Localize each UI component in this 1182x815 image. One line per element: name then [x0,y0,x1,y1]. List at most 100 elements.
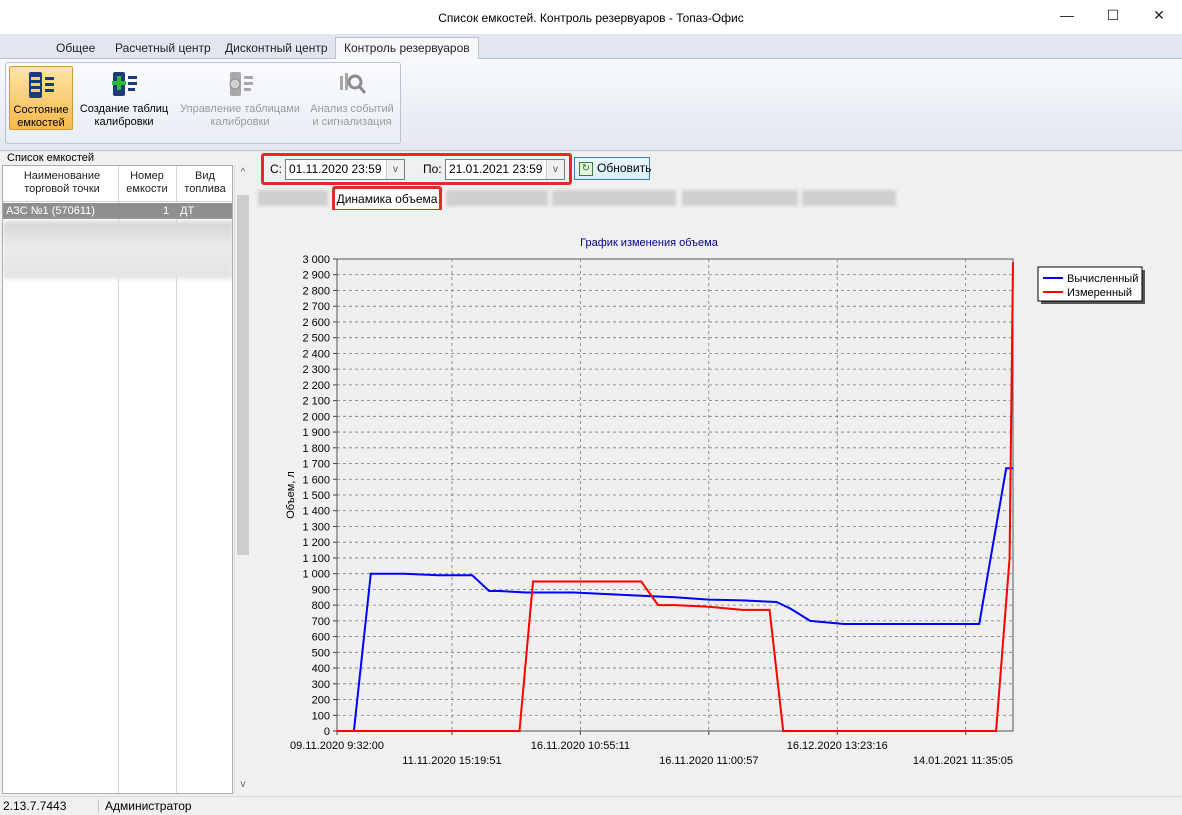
y-tick-label: 2 900 [302,270,330,282]
y-tick-label: 1 800 [302,443,330,455]
tank-list-grid: Наименование торговой точки Номер емкост… [2,165,233,794]
refresh-label: Обновить [597,161,652,175]
tank-state-button[interactable]: Состояние емкостей [9,66,73,130]
x-tick-label: 16.11.2020 11:00:57 [659,755,758,767]
y-tick-label: 1 100 [302,553,330,565]
x-tick-label: 09.11.2020 9:32:00 [290,740,384,752]
header-tank-number-line1: Номер [130,170,164,182]
header-station-name[interactable]: Наименование торговой точки [7,170,117,196]
volume-chart: 0 100 200 300 400 500 600 700 800 900 1 000 1 100 1 … [285,237,1145,767]
y-tick-label: 1 000 [302,569,330,581]
y-tick-label: 2 700 [302,301,330,313]
tab-blurred[interactable] [552,190,676,206]
manage-calibration-button[interactable]: Управление таблицами калибровки [176,66,304,130]
header-tank-number[interactable]: Номер емкости [119,170,175,196]
tab-blurred[interactable] [802,190,896,206]
y-tick-label: 2 300 [302,364,330,376]
status-bar: 2.13.7.7443 Администратор [0,796,1182,815]
event-analysis-label-2: и сигнализация [312,116,392,128]
y-tick-label: 300 [312,679,330,691]
refresh-icon: ↻ [579,162,593,176]
y-tick-label: 2 500 [302,333,330,345]
event-analysis-label-1: Анализ событий [310,103,394,115]
table-row-selected[interactable]: АЗС №1 (570611) 1 ДТ [3,203,232,219]
window-title: Список емкостей. Контроль резервуаров - … [438,11,744,25]
y-tick-label: 500 [312,647,330,659]
to-dropdown-icon[interactable]: v [546,160,564,179]
ribbon-tab-strip: Общее Расчетный центр Дисконтный центр К… [0,34,1182,60]
y-tick-label: 0 [324,726,330,738]
cell-station-name: АЗС №1 (570611) [6,205,95,217]
y-tick-label: 2 200 [302,380,330,392]
y-tick-label: 2 100 [302,396,330,408]
date-filter-toolbar: С: 01.11.2020 23:59 v По: 21.01.2021 23:… [256,151,1182,186]
y-tick-label: 1 500 [302,490,330,502]
x-tick-label: 16.12.2020 13:23:16 [787,740,888,752]
create-calibration-label-2: калибровки [94,116,154,128]
tank-list-title: Список емкостей [7,152,95,164]
maximize-button[interactable]: ☐ [1090,0,1136,30]
tank-list-scrollbar[interactable]: ^ v [234,165,250,794]
header-tank-number-line2: емкости [126,183,168,195]
tab-billing-center[interactable]: Расчетный центр [107,38,219,59]
minimize-button[interactable]: — [1044,0,1090,30]
tab-general[interactable]: Общее [48,38,103,59]
x-tick-label: 11.11.2020 15:19:51 [402,755,501,767]
content-tab-strip: Динамика объема [256,186,1182,212]
y-tick-label: 2 000 [302,411,330,423]
y-tick-label: 1 200 [302,537,330,549]
status-separator [98,799,99,813]
create-calibration-button[interactable]: Создание таблиц калибровки [75,66,173,130]
tank-state-label-1: Состояние [13,104,69,116]
header-fuel-type-line2: топлива [184,183,226,195]
scroll-up-icon[interactable]: ^ [235,165,251,181]
y-tick-label: 700 [312,616,330,628]
manage-calibration-label-1: Управление таблицами [180,103,300,115]
tab-tank-control[interactable]: Контроль резервуаров [335,37,479,60]
cell-tank-number: 1 [163,205,170,217]
version-label: 2.13.7.7443 [3,799,67,813]
y-tick-label: 2 800 [302,285,330,297]
scroll-down-icon[interactable]: v [235,777,251,793]
y-tick-label: 2 600 [302,317,330,329]
to-date-picker[interactable]: 21.01.2021 23:59 v [445,159,565,180]
tab-blurred[interactable] [258,190,328,206]
refresh-button[interactable]: ↻ Обновить [574,157,652,180]
chart-title: График изменения объема [580,237,719,249]
tab-discount-center[interactable]: Дисконтный центр [217,38,336,59]
tank-state-label-2: емкостей [17,117,65,129]
title-bar: Список емкостей. Контроль резервуаров - … [0,0,1182,34]
y-tick-label: 2 400 [302,348,330,360]
y-tick-label: 800 [312,600,330,612]
y-tick-label: 900 [312,584,330,596]
event-analysis-icon [340,73,367,94]
y-tick-label: 1 900 [302,427,330,439]
y-tick-label: 3 000 [302,254,330,266]
event-analysis-button[interactable]: Анализ событий и сигнализация [306,66,398,130]
to-date-value: 21.01.2021 23:59 [449,162,543,176]
y-tick-label: 400 [312,663,330,675]
y-tick-label: 600 [312,632,330,644]
header-station-name-line2: торговой точки [24,183,100,195]
create-calibration-icon [112,72,137,96]
tank-list-panel: Список емкостей Наименование торговой то… [0,151,252,794]
ribbon-group-tanks: Состояние емкостей Создание таблиц калиб… [5,62,401,144]
from-dropdown-icon[interactable]: v [386,160,404,179]
y-tick-label: 1 400 [302,506,330,518]
tab-blurred[interactable] [682,190,798,206]
manage-calibration-icon [229,72,253,96]
y-tick-label: 200 [312,695,330,707]
y-tick-label: 100 [312,710,330,722]
tab-volume-dynamics[interactable]: Динамика объема [332,186,442,212]
cell-fuel-type: ДТ [180,205,195,217]
scroll-thumb[interactable] [237,195,249,555]
tab-blurred[interactable] [446,190,548,206]
header-fuel-type[interactable]: Вид топлива [177,170,232,196]
chart-pane: 0 100 200 300 400 500 600 700 800 900 1 000 1 100 1 … [256,210,1182,794]
close-button[interactable]: ✕ [1136,0,1182,30]
ribbon-panel: Состояние емкостей Создание таблиц калиб… [0,59,1182,151]
legend-label: Вычисленный [1067,273,1138,285]
legend-label: Измеренный [1067,287,1132,299]
y-tick-label: 1 300 [302,521,330,533]
from-date-picker[interactable]: 01.11.2020 23:59 v [285,159,405,180]
